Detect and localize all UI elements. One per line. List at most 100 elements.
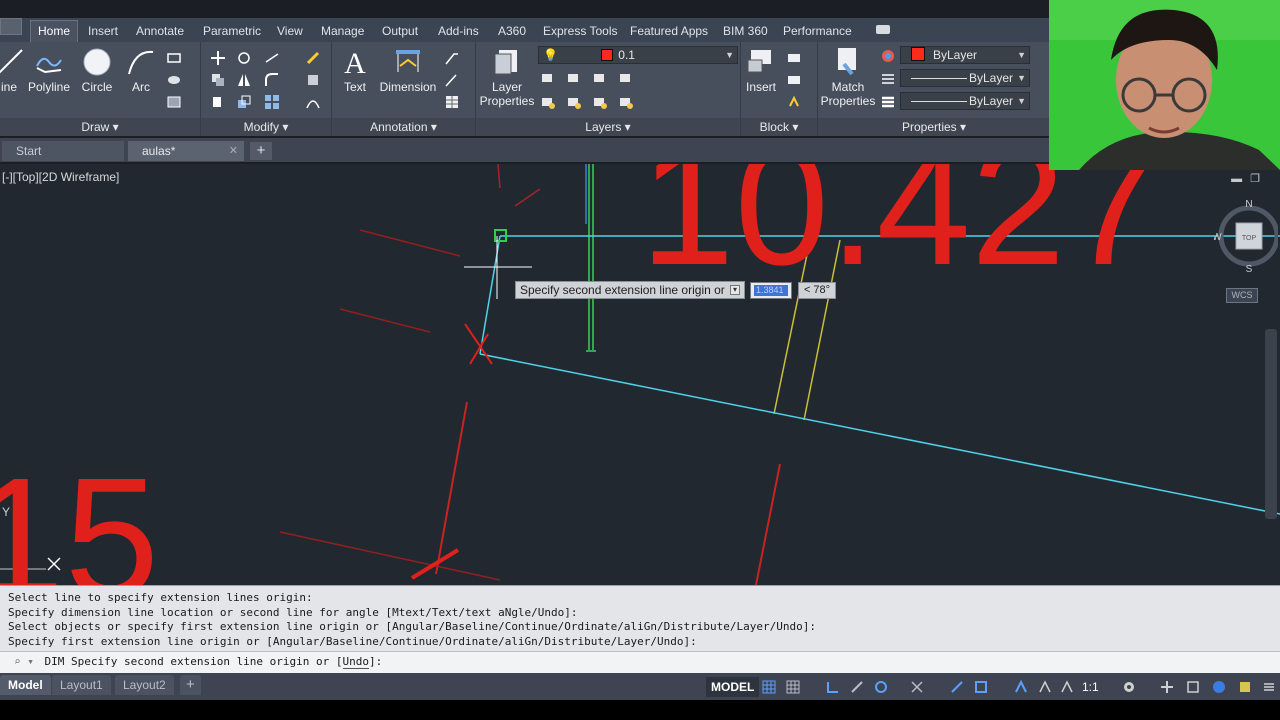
move-icon[interactable] xyxy=(210,50,226,66)
annotation-panel-title[interactable]: Annotation ▾ xyxy=(332,118,475,136)
minimize-icon[interactable]: ▬ xyxy=(1231,173,1250,185)
customize-icon[interactable] xyxy=(1262,680,1276,694)
wcs-menu-button[interactable]: WCS xyxy=(1226,288,1258,303)
tab-insert[interactable]: Insert xyxy=(81,22,125,42)
hardware-acceleration-icon[interactable] xyxy=(1238,680,1252,694)
lineweight-icon[interactable] xyxy=(880,94,896,110)
annotation-visibility-icon[interactable] xyxy=(1038,680,1052,694)
create-block-icon[interactable] xyxy=(786,50,802,66)
color-wheel-icon[interactable] xyxy=(880,48,896,64)
dynamic-input-distance-field[interactable]: 1.3841 xyxy=(750,282,792,299)
layout-tab-layout2[interactable]: Layout2 xyxy=(115,675,174,695)
text-button[interactable]: A Text xyxy=(337,46,373,94)
annotation-scale-dropdown[interactable]: 1:1 xyxy=(1082,677,1099,697)
tab-add-ins[interactable]: Add-ins xyxy=(431,22,486,42)
ortho-icon[interactable] xyxy=(826,680,840,694)
dimension-button[interactable]: Dimension xyxy=(378,46,438,94)
linetype-dropdown[interactable]: ByLayer ▼ xyxy=(900,69,1030,87)
transparency-icon[interactable] xyxy=(974,680,988,694)
layout-tab-layout1[interactable]: Layout1 xyxy=(52,675,111,695)
file-tab-drawing[interactable]: aulas* ✕ xyxy=(128,141,244,161)
tab-annotate[interactable]: Annotate xyxy=(129,22,191,42)
hatch-icon[interactable] xyxy=(166,72,182,88)
mirror-icon[interactable] xyxy=(236,72,252,88)
arc-button[interactable]: Arc xyxy=(124,46,158,94)
model-space-button[interactable]: MODEL xyxy=(706,677,760,697)
tab-manage[interactable]: Manage xyxy=(314,22,371,42)
fillet-icon[interactable] xyxy=(264,72,280,88)
file-tab-start[interactable]: Start xyxy=(2,141,124,161)
tab-output[interactable]: Output xyxy=(375,22,425,42)
linetype-icon[interactable] xyxy=(880,71,896,87)
properties-panel-title[interactable]: Properties ▾ xyxy=(818,118,1050,136)
workspace-icon[interactable] xyxy=(1186,680,1200,694)
explode-icon[interactable] xyxy=(305,72,321,88)
viewport-window-buttons[interactable]: ▬❐ xyxy=(1231,172,1268,185)
insert-block-button[interactable]: Insert xyxy=(743,46,779,94)
draw-panel-title[interactable]: Draw ▾ xyxy=(0,118,200,136)
lineweight-toggle-icon[interactable] xyxy=(950,680,964,694)
layer-walk-icon[interactable] xyxy=(618,94,634,110)
tab-home[interactable]: Home xyxy=(30,20,79,42)
gradient-icon[interactable] xyxy=(166,94,182,110)
osnap-icon[interactable] xyxy=(874,680,888,694)
trim-icon[interactable] xyxy=(264,50,280,66)
match-properties-button[interactable]: Match Properties xyxy=(819,46,877,108)
gear-icon[interactable] xyxy=(1122,680,1136,694)
attribute-icon[interactable] xyxy=(786,94,802,110)
rotate-icon[interactable] xyxy=(236,50,252,66)
command-customize-icon[interactable]: ⌕ ▾ xyxy=(14,655,34,668)
layer-dropdown[interactable]: 💡 0.1 ▼ xyxy=(538,46,738,64)
tab-featured-apps[interactable]: Featured Apps xyxy=(623,22,715,42)
copy-icon[interactable] xyxy=(210,72,226,88)
add-layout-button[interactable]: + xyxy=(180,675,201,695)
layer-previous-icon[interactable] xyxy=(592,94,608,110)
layer-lock-icon[interactable] xyxy=(618,70,634,86)
rectangle-icon[interactable] xyxy=(166,50,182,66)
isolate-objects-icon[interactable] xyxy=(1212,680,1226,694)
tab-a360[interactable]: A360 xyxy=(491,22,533,42)
layout-tab-model[interactable]: Model xyxy=(0,675,51,695)
auto-scale-icon[interactable] xyxy=(1060,680,1074,694)
edit-block-icon[interactable] xyxy=(786,72,802,88)
navigation-bar[interactable] xyxy=(1265,329,1277,519)
leader-icon[interactable] xyxy=(444,50,460,66)
options-down-arrow-icon[interactable]: ▾ xyxy=(730,285,740,295)
layers-panel-title[interactable]: Layers ▾ xyxy=(476,118,740,136)
snap-icon[interactable] xyxy=(786,680,800,694)
tab-parametric[interactable]: Parametric xyxy=(196,22,268,42)
ribbon-display-toggle-icon[interactable] xyxy=(876,25,890,34)
stretch-icon[interactable] xyxy=(210,94,226,110)
lineweight-dropdown[interactable]: ByLayer ▼ xyxy=(900,92,1030,110)
restore-icon[interactable]: ❐ xyxy=(1250,173,1268,185)
grid-icon[interactable] xyxy=(762,680,776,694)
modify-panel-title[interactable]: Modify ▾ xyxy=(201,118,331,136)
viewport-controls[interactable]: [-][Top][2D Wireframe] xyxy=(2,170,119,184)
circle-button[interactable]: Circle xyxy=(78,46,116,94)
table-icon[interactable] xyxy=(444,94,460,110)
mleader-icon[interactable] xyxy=(444,72,460,88)
scale-icon[interactable] xyxy=(236,94,252,110)
annotation-scale-icon[interactable] xyxy=(1014,680,1028,694)
command-line[interactable]: ⌕ ▾ DIM Specify second extension line or… xyxy=(0,651,1280,673)
tab-performance[interactable]: Performance xyxy=(776,22,859,42)
polar-icon[interactable] xyxy=(850,680,864,694)
array-icon[interactable] xyxy=(264,94,280,110)
offset-icon[interactable] xyxy=(305,94,321,110)
layer-match-icon[interactable] xyxy=(566,94,582,110)
layer-make-current-icon[interactable] xyxy=(540,94,556,110)
polyline-button[interactable]: Polyline xyxy=(24,46,74,94)
layer-properties-button[interactable]: Layer Properties xyxy=(478,46,536,108)
tab-view[interactable]: View xyxy=(270,22,310,42)
command-option-undo[interactable]: Undo xyxy=(342,655,370,669)
drawing-canvas[interactable]: Y 10.427 15 [-][Top][2D Wireframe] ▬❐ Sp… xyxy=(0,164,1280,585)
plus-icon[interactable] xyxy=(1160,680,1174,694)
otrack-icon[interactable] xyxy=(910,680,924,694)
dynamic-input-angle-field[interactable]: < 78° xyxy=(798,282,836,299)
block-panel-title[interactable]: Block ▾ xyxy=(741,118,817,136)
new-tab-button[interactable]: + xyxy=(250,142,272,160)
erase-icon[interactable] xyxy=(305,50,321,66)
layer-off-icon[interactable] xyxy=(540,70,556,86)
application-menu-button[interactable] xyxy=(0,18,22,35)
layer-isolate-icon[interactable] xyxy=(566,70,582,86)
